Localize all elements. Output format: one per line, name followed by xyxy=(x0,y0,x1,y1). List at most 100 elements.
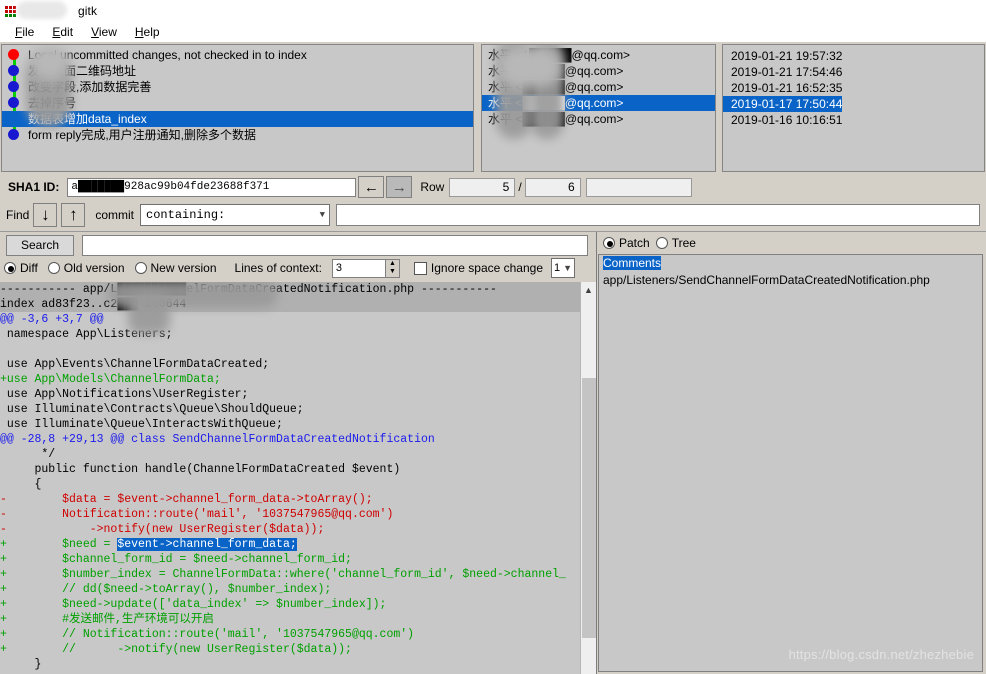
row-extra-input[interactable] xyxy=(585,177,692,197)
title-bar: gitk xyxy=(0,0,986,22)
radio-diff[interactable]: Diff xyxy=(4,261,38,275)
row-label: Row xyxy=(420,180,445,194)
file-list-pane: Patch Tree Comments app/Listeners/SendCh… xyxy=(597,232,986,674)
diff-line-added: + // dd($need->toArray(), $number_index)… xyxy=(0,583,332,596)
radio-new-version[interactable]: New version xyxy=(134,261,217,275)
spin-up-icon[interactable]: ▲ xyxy=(386,260,399,269)
commit-list-pane: Local uncommitted changes, not checked i… xyxy=(0,43,986,174)
commit-subject: 数据表增加data_index xyxy=(28,112,147,126)
date-cell-wrap: 2019-01-21 17:54:46 xyxy=(723,63,984,79)
sha-row: SHA1 ID: a███████928ac99b04fde23688f371 … xyxy=(0,174,986,200)
date-cell: 2019-01-21 19:57:32 xyxy=(731,49,843,63)
table-row-selected[interactable]: 数据表增加data_index xyxy=(2,111,473,127)
table-row[interactable]: 改变字段,添加数据完善 xyxy=(2,79,473,95)
radio-tree-label: Tree xyxy=(671,236,696,250)
diff-text: + $need = xyxy=(0,538,118,551)
scroll-up-icon[interactable]: ▲ xyxy=(581,282,596,298)
prev-commit-button[interactable]: ← xyxy=(358,176,385,198)
find-mode-select[interactable]: containing: ▼ xyxy=(140,204,331,226)
diff-line: } xyxy=(0,658,42,671)
diff-line-removed: - $data = $event->channel_form_data->toA… xyxy=(0,493,373,506)
commit-subject: Local uncommitted changes, not checked i… xyxy=(28,48,307,62)
find-label: Find xyxy=(6,208,30,222)
radio-old-version[interactable]: Old version xyxy=(47,261,125,275)
table-row[interactable]: 发送页面二维码地址 xyxy=(2,63,473,79)
redacted-title-blur xyxy=(17,1,67,19)
diff-line-added: + $channel_form_id = $need->channel_form… xyxy=(0,553,352,566)
commit-subject: 改变字段,添加数据完善 xyxy=(28,80,152,94)
menu-view[interactable]: View xyxy=(82,24,126,40)
date-cell: 2019-01-21 16:52:35 xyxy=(731,81,843,95)
diff-line-added-selected: + $need = $event->channel_form_data; xyxy=(0,537,580,552)
diff-line: namespace App\Listeners; xyxy=(0,328,173,341)
context-label: Lines of context: xyxy=(234,261,322,275)
row-total-input[interactable]: 6 xyxy=(524,177,581,197)
context-stepper[interactable]: 3 ▲ ▼ xyxy=(331,258,400,278)
chevron-down-icon: ▼ xyxy=(319,210,326,220)
row-separator: / xyxy=(518,180,522,194)
list-item[interactable]: app/Listeners/SendChannelFormDataCreated… xyxy=(599,272,982,289)
diff-line-removed: - ->notify(new UserRegister($data)); xyxy=(0,523,325,536)
find-mode-value: containing: xyxy=(146,208,226,222)
gitk-window: gitk File Edit View Help Local uncommitt… xyxy=(0,0,986,674)
scrollbar-thumb[interactable] xyxy=(582,378,596,638)
commit-date-panel[interactable]: 2019-01-21 19:57:32 2019-01-21 17:54:46 … xyxy=(722,44,985,172)
next-commit-button[interactable]: → xyxy=(386,176,413,198)
diff-scrollbar[interactable]: ▲ xyxy=(580,282,596,674)
sha-input[interactable]: a███████928ac99b04fde23688f371 xyxy=(67,177,357,197)
table-row[interactable]: 去掉序号 xyxy=(2,95,473,111)
radio-old-version-label: Old version xyxy=(63,261,125,275)
radio-tree[interactable]: Tree xyxy=(655,236,696,250)
menu-edit[interactable]: Edit xyxy=(43,24,82,40)
diff-selection-highlight: $event->channel_form_data; xyxy=(117,538,297,551)
diff-line-added: + #发送邮件,生产环境可以开启 xyxy=(0,613,214,626)
author-cell: 水平 <█████@qq.com> xyxy=(488,64,624,78)
date-cell: 2019-01-17 17:50:44 xyxy=(723,96,843,112)
context-input[interactable]: 3 xyxy=(331,258,386,278)
diff-view[interactable]: ----------- app/L██████████elFormDataCre… xyxy=(0,282,596,674)
author-cell: 水平 <█████@qq.com> xyxy=(488,112,624,126)
date-cell-wrap: 2019-01-21 16:52:35 xyxy=(723,79,984,95)
author-cell: 水平 <█████@qq.com> xyxy=(488,80,624,94)
find-up-icon[interactable]: ↑ xyxy=(61,203,86,227)
ignore-space-checkbox[interactable]: Ignore space change xyxy=(413,261,544,275)
search-input[interactable] xyxy=(82,234,588,256)
diff-line: use Illuminate\Contracts\Queue\ShouldQue… xyxy=(0,403,304,416)
commit-author-panel[interactable]: 水平 <1█████@qq.com> 水平 <█████@qq.com> 水平 … xyxy=(481,44,716,172)
find-query-input[interactable] xyxy=(336,204,980,226)
changed-files-list[interactable]: Comments app/Listeners/SendChannelFormDa… xyxy=(598,254,983,672)
find-scope-label: commit xyxy=(95,208,135,222)
commit-subject: form reply完成,用户注册通知,删除多个数据 xyxy=(28,128,257,142)
list-item[interactable]: Comments xyxy=(599,255,982,272)
encoding-value: 1 xyxy=(554,262,561,274)
commit-subject-panel[interactable]: Local uncommitted changes, not checked i… xyxy=(1,44,474,172)
diff-line xyxy=(0,342,580,357)
radio-diff-dot xyxy=(4,262,16,274)
checkbox-box xyxy=(413,261,427,275)
find-down-icon[interactable]: ↓ xyxy=(33,203,58,227)
patch-tree-row: Patch Tree xyxy=(597,232,986,254)
date-cell-wrap-selected: 2019-01-17 17:50:44 xyxy=(723,95,984,112)
row-current-input[interactable]: 5 xyxy=(449,177,516,197)
date-rows: 2019-01-21 19:57:32 2019-01-21 17:54:46 … xyxy=(723,47,984,127)
encoding-select[interactable]: 1 ▼ xyxy=(551,258,576,278)
radio-patch-dot xyxy=(603,237,615,249)
context-spin-buttons[interactable]: ▲ ▼ xyxy=(385,258,400,278)
radio-patch[interactable]: Patch xyxy=(603,236,650,250)
author-rows: 水平 <1█████@qq.com> 水平 <█████@qq.com> 水平 … xyxy=(482,47,715,127)
diff-line-hunk: @@ -3,6 +3,7 @@ xyxy=(0,313,104,326)
diff-line: public function handle(ChannelFormDataCr… xyxy=(0,463,401,476)
chevron-down-icon: ▼ xyxy=(563,263,573,273)
menu-file[interactable]: File xyxy=(6,24,43,40)
search-button[interactable]: Search xyxy=(6,234,75,256)
diff-line-added: + $number_index = ChannelFormData::where… xyxy=(0,568,566,581)
menu-help[interactable]: Help xyxy=(126,24,169,40)
ignore-space-label: Ignore space change xyxy=(430,261,544,275)
diff-line-index: index ad83f23..c2███ 100644 xyxy=(0,297,580,312)
spin-down-icon[interactable]: ▼ xyxy=(386,268,399,277)
diff-line-removed: - Notification::route('mail', '103754796… xyxy=(0,508,394,521)
file-item-comments: Comments xyxy=(603,256,662,270)
table-row[interactable]: form reply完成,用户注册通知,删除多个数据 xyxy=(2,127,473,143)
sha-label: SHA1 ID: xyxy=(8,180,60,194)
table-row[interactable]: Local uncommitted changes, not checked i… xyxy=(2,47,473,63)
